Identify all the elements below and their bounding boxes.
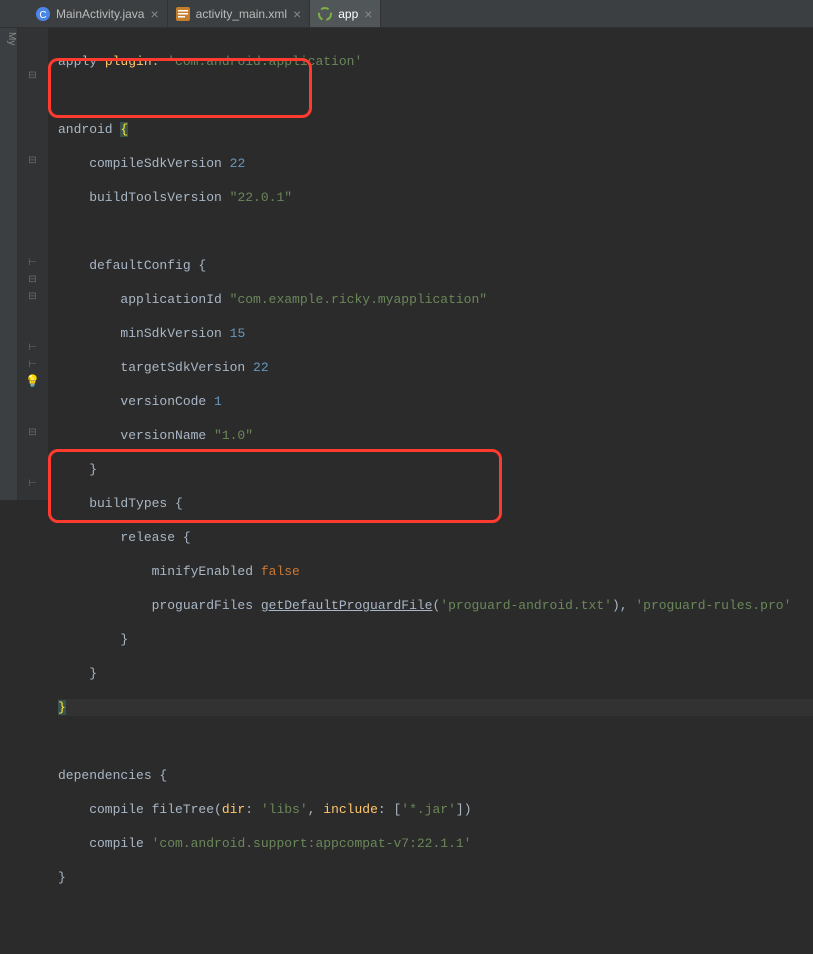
code-line: } <box>58 631 813 648</box>
code-line: minSdkVersion 15 <box>58 325 813 342</box>
code-line: compile fileTree(dir: 'libs', include: [… <box>58 801 813 818</box>
code-line <box>58 87 813 104</box>
code-line: } <box>58 699 813 716</box>
fold-end-icon[interactable]: ⊢ <box>27 359 38 370</box>
fold-end-icon[interactable]: ⊢ <box>27 257 38 268</box>
close-icon[interactable]: × <box>150 6 158 22</box>
svg-text:C: C <box>39 10 46 21</box>
code-line: compile 'com.android.support:appcompat-v… <box>58 835 813 852</box>
code-line: android { <box>58 121 813 138</box>
code-line: buildTypes { <box>58 495 813 512</box>
tab-bar: C MainActivity.java × activity_main.xml … <box>0 0 813 28</box>
tool-window-bar[interactable]: My <box>0 28 18 500</box>
fold-toggle-icon[interactable]: ⊟ <box>27 70 38 81</box>
code-line: } <box>58 869 813 886</box>
code-line: release { <box>58 529 813 546</box>
tab-label: app <box>338 7 358 21</box>
code-line: } <box>58 461 813 478</box>
xml-file-icon <box>176 7 190 21</box>
tab-app-gradle[interactable]: app × <box>310 0 381 27</box>
close-icon[interactable]: × <box>293 6 301 22</box>
code-line: compileSdkVersion 22 <box>58 155 813 172</box>
code-editor[interactable]: apply plugin: 'com.android.application' … <box>48 28 813 500</box>
code-line: apply plugin: 'com.android.application' <box>58 53 813 70</box>
code-line: applicationId "com.example.ricky.myappli… <box>58 291 813 308</box>
code-line: versionName "1.0" <box>58 427 813 444</box>
code-line: versionCode 1 <box>58 393 813 410</box>
code-line: minifyEnabled false <box>58 563 813 580</box>
code-line: } <box>58 665 813 682</box>
tab-main-activity[interactable]: C MainActivity.java × <box>28 0 168 27</box>
fold-end-icon[interactable]: ⊢ <box>27 342 38 353</box>
class-file-icon: C <box>36 7 50 21</box>
fold-toggle-icon[interactable]: ⊟ <box>27 155 38 166</box>
code-line: defaultConfig { <box>58 257 813 274</box>
fold-toggle-icon[interactable]: ⊟ <box>27 274 38 285</box>
code-line: buildToolsVersion "22.0.1" <box>58 189 813 206</box>
tab-activity-main-xml[interactable]: activity_main.xml × <box>168 0 311 27</box>
code-line: targetSdkVersion 22 <box>58 359 813 376</box>
fold-end-icon[interactable]: ⊢ <box>27 478 38 489</box>
fold-toggle-icon[interactable]: ⊟ <box>27 427 38 438</box>
fold-end-icon[interactable]: ⊢ <box>27 376 38 387</box>
gradle-icon <box>318 7 332 21</box>
gutter[interactable]: ⊟ ⊟ ⊢ ⊟ ⊟ ⊢ ⊢ 💡 ⊢ ⊟ ⊢ <box>18 28 48 500</box>
editor-container: My ⊟ ⊟ ⊢ ⊟ ⊟ ⊢ ⊢ 💡 ⊢ ⊟ ⊢ apply plugin: '… <box>0 28 813 500</box>
code-line: proguardFiles getDefaultProguardFile('pr… <box>58 597 813 614</box>
code-line <box>58 223 813 240</box>
code-line <box>58 733 813 750</box>
close-icon[interactable]: × <box>364 6 372 22</box>
tab-label: activity_main.xml <box>196 7 287 21</box>
fold-toggle-icon[interactable]: ⊟ <box>27 291 38 302</box>
tab-label: MainActivity.java <box>56 7 144 21</box>
code-line: dependencies { <box>58 767 813 784</box>
